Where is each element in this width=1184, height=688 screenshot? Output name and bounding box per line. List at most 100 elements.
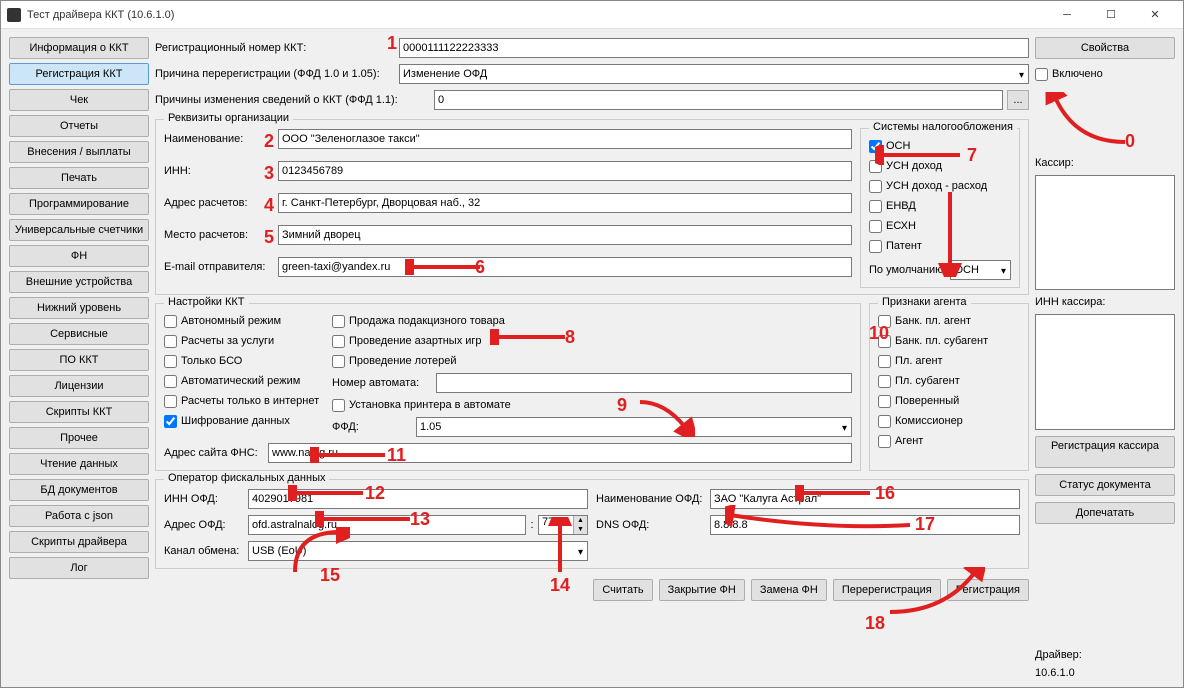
sidebar-item-5[interactable]: Печать xyxy=(9,167,149,189)
inn-input[interactable]: 0123456789 xyxy=(278,161,852,181)
cashier-input[interactable] xyxy=(1035,175,1175,290)
maximize-button[interactable]: ☐ xyxy=(1089,1,1133,29)
kkt2-chk-2[interactable]: Проведение лотерей xyxy=(332,352,852,370)
agent-chk-3[interactable]: Пл. субагент xyxy=(878,372,1020,390)
sidebar-item-4[interactable]: Внесения / выплаты xyxy=(9,141,149,163)
kkt1-chk-2[interactable]: Только БСО xyxy=(164,352,324,370)
email-input[interactable]: green-taxi@yandex.ru xyxy=(278,257,852,277)
name-ofd-input[interactable]: ЗАО "Калуга Астрал" xyxy=(710,489,1020,509)
port-ofd-input[interactable]: 7777▲▼ xyxy=(538,515,588,535)
ofd-group: Оператор фискальных данных ИНН ОФД:40290… xyxy=(155,479,1029,569)
change-reason-input[interactable]: 0 xyxy=(434,90,1003,110)
machine-no-input[interactable] xyxy=(436,373,852,393)
dns-ofd-input[interactable]: 8.8.8.8 xyxy=(710,515,1020,535)
lbl-addr: Адрес расчетов: xyxy=(164,197,274,209)
lbl-addr-ofd: Адрес ОФД: xyxy=(164,519,244,531)
default-tax-combo[interactable]: ОСН xyxy=(950,260,1011,280)
agent-chk-1[interactable]: Банк. пл. субагент xyxy=(878,332,1020,350)
kkt2-chk-0[interactable]: Продажа подакцизного товара xyxy=(332,312,852,330)
sidebar-item-15[interactable]: Прочее xyxy=(9,427,149,449)
tax-chk-4[interactable]: ЕСХН xyxy=(869,217,1011,235)
lbl-dns-ofd: DNS ОФД: xyxy=(596,519,706,531)
lbl-name-ofd: Наименование ОФД: xyxy=(596,493,706,505)
chk-printer-install[interactable]: Установка принтера в автомате xyxy=(332,396,852,414)
sidebar-item-2[interactable]: Чек xyxy=(9,89,149,111)
close-fn-button[interactable]: Закрытие ФН xyxy=(659,579,745,601)
agent-chk-6[interactable]: Агент xyxy=(878,432,1020,450)
sidebar-item-19[interactable]: Скрипты драйвера xyxy=(9,531,149,553)
sidebar-item-13[interactable]: Лицензии xyxy=(9,375,149,397)
main-panel: 1 2 3 4 5 6 7 8 9 10 11 12 13 14 15 16 1… xyxy=(155,37,1029,679)
print-more-button[interactable]: Допечатать xyxy=(1035,502,1175,524)
ffd-combo[interactable]: 1.05 xyxy=(416,417,852,437)
sidebar: Информация о ККТ Регистрация ККТ Чек Отчеты… xyxy=(9,37,149,679)
inn-ofd-input[interactable]: 4029017981 xyxy=(248,489,588,509)
channel-combo[interactable]: USB (EoU) xyxy=(248,541,588,561)
lbl-reg-no: Регистрационный номер ККТ: xyxy=(155,42,395,54)
change-reason-more-button[interactable]: ... xyxy=(1007,90,1029,110)
reg-button[interactable]: Регистрация xyxy=(947,579,1029,601)
enabled-checkbox[interactable]: Включено xyxy=(1035,65,1175,83)
close-button[interactable]: ✕ xyxy=(1133,1,1177,29)
cashier-inn-input[interactable] xyxy=(1035,314,1175,429)
sidebar-item-16[interactable]: Чтение данных xyxy=(9,453,149,475)
tax-chk-0[interactable]: ОСН xyxy=(869,137,1011,155)
sidebar-item-6[interactable]: Программирование xyxy=(9,193,149,215)
props-button[interactable]: Свойства xyxy=(1035,37,1175,59)
lbl-place: Место расчетов: xyxy=(164,229,274,241)
sidebar-item-8[interactable]: ФН xyxy=(9,245,149,267)
agent-chk-5[interactable]: Комиссионер xyxy=(878,412,1020,430)
sidebar-item-0[interactable]: Информация о ККТ xyxy=(9,37,149,59)
sidebar-item-18[interactable]: Работа с json xyxy=(9,505,149,527)
sidebar-item-12[interactable]: ПО ККТ xyxy=(9,349,149,371)
kkt1-chk-0[interactable]: Автономный режим xyxy=(164,312,324,330)
change-fn-button[interactable]: Замена ФН xyxy=(751,579,827,601)
tax-chk-1[interactable]: УСН доход xyxy=(869,157,1011,175)
rereg-reason-combo[interactable]: Изменение ОФД xyxy=(399,64,1029,84)
sidebar-item-20[interactable]: Лог xyxy=(9,557,149,579)
place-input[interactable]: Зимний дворец xyxy=(278,225,852,245)
right-panel: 0 Свойства Включено Кассир: ИНН кассира:… xyxy=(1035,37,1175,679)
agent-chk-0[interactable]: Банк. пл. агент xyxy=(878,312,1020,330)
lbl-inn: ИНН: xyxy=(164,165,274,177)
fns-input[interactable]: www.nalog.ru xyxy=(268,443,852,463)
sidebar-item-11[interactable]: Сервисные xyxy=(9,323,149,345)
sidebar-item-17[interactable]: БД документов xyxy=(9,479,149,501)
kkt1-chk-3[interactable]: Автоматический режим xyxy=(164,372,324,390)
sidebar-item-3[interactable]: Отчеты xyxy=(9,115,149,137)
read-button[interactable]: Считать xyxy=(593,579,652,601)
rereg-button[interactable]: Перерегистрация xyxy=(833,579,941,601)
reg-cashier-button[interactable]: Регистрация кассира xyxy=(1035,436,1175,468)
kkt2-chk-1[interactable]: Проведение азартных игр xyxy=(332,332,852,350)
agent-chk-2[interactable]: Пл. агент xyxy=(878,352,1020,370)
lbl-driver: Драйвер: xyxy=(1035,649,1175,661)
org-group-title: Реквизиты организации xyxy=(164,112,293,124)
agent-group-title: Признаки агента xyxy=(878,296,971,308)
lbl-cashier-inn: ИНН кассира: xyxy=(1035,296,1175,308)
sidebar-item-10[interactable]: Нижний уровень xyxy=(9,297,149,319)
sidebar-item-14[interactable]: Скрипты ККТ xyxy=(9,401,149,423)
agent-chk-4[interactable]: Поверенный xyxy=(878,392,1020,410)
tax-chk-5[interactable]: Патент xyxy=(869,237,1011,255)
kkt1-chk-5[interactable]: Шифрование данных xyxy=(164,412,324,430)
reg-no-input[interactable]: 0000111122223333 xyxy=(399,38,1029,58)
org-name-input[interactable]: ООО "Зеленоглазое такси" xyxy=(278,129,852,149)
tax-chk-3[interactable]: ЕНВД xyxy=(869,197,1011,215)
client-area: Информация о ККТ Регистрация ККТ Чек Отчеты… xyxy=(1,29,1183,687)
app-window: Тест драйвера ККТ (10.6.1.0) ─ ☐ ✕ Инфор… xyxy=(0,0,1184,688)
addr-ofd-input[interactable]: ofd.astralnalog.ru xyxy=(248,515,526,535)
sidebar-item-1[interactable]: Регистрация ККТ xyxy=(9,63,149,85)
kkt-group-title: Настройки ККТ xyxy=(164,296,249,308)
tax-group: Системы налогообложения ОСНУСН доходУСН … xyxy=(860,128,1020,288)
agent-group: Признаки агента Банк. пл. агентБанк. пл.… xyxy=(869,303,1029,471)
doc-status-button[interactable]: Статус документа xyxy=(1035,474,1175,496)
addr-input[interactable]: г. Санкт-Петербург, Дворцовая наб., 32 xyxy=(278,193,852,213)
kkt1-chk-1[interactable]: Расчеты за услуги xyxy=(164,332,324,350)
tax-chk-2[interactable]: УСН доход - расход xyxy=(869,177,1011,195)
sidebar-item-7[interactable]: Универсальные счетчики xyxy=(9,219,149,241)
annot-18: 18 xyxy=(865,613,885,634)
lbl-rereg-reason: Причина перерегистрации (ФФД 1.0 и 1.05)… xyxy=(155,68,395,80)
minimize-button[interactable]: ─ xyxy=(1045,1,1089,29)
kkt1-chk-4[interactable]: Расчеты только в интернет xyxy=(164,392,324,410)
sidebar-item-9[interactable]: Внешние устройства xyxy=(9,271,149,293)
